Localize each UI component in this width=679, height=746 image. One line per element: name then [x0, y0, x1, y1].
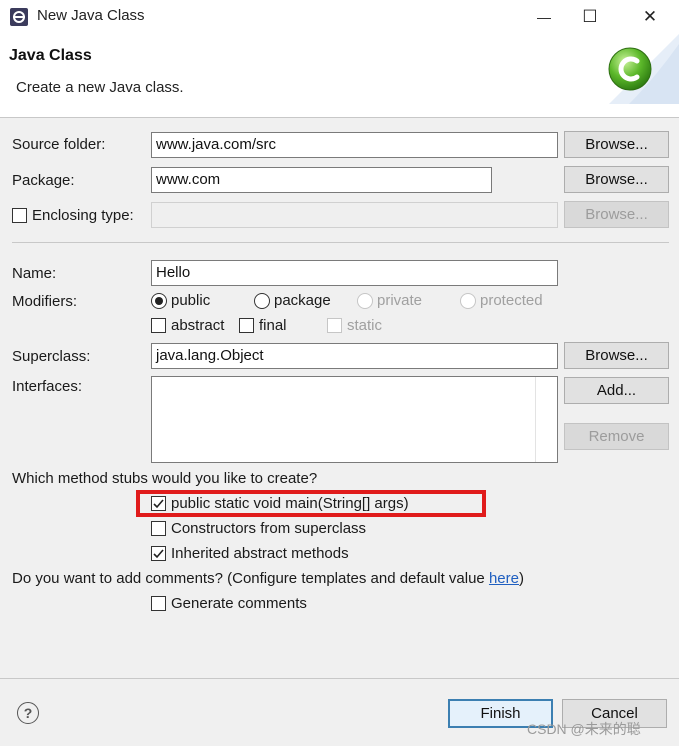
- minimize-button[interactable]: —: [521, 0, 567, 34]
- superclass-input[interactable]: java.lang.Object: [151, 343, 558, 369]
- eclipse-app-icon: [10, 8, 28, 26]
- generate-comments-label: Generate comments: [171, 595, 307, 612]
- stub-constructors-label: Constructors from superclass: [171, 520, 367, 537]
- modifier-protected-label: protected: [480, 292, 543, 309]
- stub-main-label: public static void main(String[] args): [171, 495, 409, 512]
- modifier-final-checkbox[interactable]: [239, 318, 254, 333]
- java-class-icon: [608, 47, 652, 91]
- checkmark-icon: [153, 549, 164, 559]
- name-input[interactable]: Hello: [151, 260, 558, 286]
- help-icon[interactable]: ?: [17, 702, 39, 724]
- comments-question: Do you want to add comments? (Configure …: [12, 570, 524, 587]
- modifier-private-radio: [357, 293, 373, 309]
- maximize-button[interactable]: ☐: [567, 0, 613, 34]
- superclass-label: Superclass:: [12, 348, 91, 365]
- modifier-public-label: public: [171, 292, 211, 309]
- templates-here-link[interactable]: here: [489, 570, 519, 587]
- modifier-final-label: final: [259, 317, 287, 334]
- modifier-public-radio[interactable]: [151, 293, 167, 309]
- modifier-abstract-checkbox[interactable]: [151, 318, 166, 333]
- minimize-icon: —: [537, 9, 551, 25]
- wizard-header: Java Class Create a new Java class.: [0, 34, 679, 118]
- modifier-static-checkbox: [327, 318, 342, 333]
- interfaces-remove-button: Remove: [564, 423, 669, 450]
- enclosing-type-label: Enclosing type:: [32, 207, 134, 224]
- stub-inherited-label: Inherited abstract methods: [171, 545, 349, 562]
- interfaces-scrollbar[interactable]: [535, 377, 557, 462]
- watermark: CSDN @未来的聪: [527, 721, 641, 737]
- close-button[interactable]: ✕: [627, 0, 673, 34]
- source-folder-label: Source folder:: [12, 136, 106, 153]
- interfaces-label: Interfaces:: [12, 378, 83, 395]
- window-title: New Java Class: [37, 7, 145, 24]
- enclosing-type-checkbox[interactable]: [12, 208, 27, 223]
- modifier-protected-radio: [460, 293, 476, 309]
- separator: [12, 242, 669, 243]
- interfaces-list[interactable]: [151, 376, 558, 463]
- modifier-package-radio[interactable]: [254, 293, 270, 309]
- modifier-abstract-label: abstract: [171, 317, 225, 334]
- footer-separator: [0, 678, 679, 679]
- maximize-icon: ☐: [582, 7, 598, 26]
- help-glyph: ?: [23, 705, 33, 721]
- comments-question-text: Do you want to add comments? (Configure …: [12, 570, 489, 587]
- enclosing-type-browse-button: Browse...: [564, 201, 669, 228]
- modifier-private-label: private: [377, 292, 423, 309]
- modifier-static-label: static: [347, 317, 383, 334]
- interfaces-add-button[interactable]: Add...: [564, 377, 669, 404]
- source-folder-browse-button[interactable]: Browse...: [564, 131, 669, 158]
- wizard-description: Create a new Java class.: [16, 79, 184, 96]
- package-label: Package:: [12, 172, 75, 189]
- radio-selected-dot: [155, 297, 163, 305]
- modifiers-label: Modifiers:: [12, 293, 78, 310]
- source-folder-input[interactable]: www.java.com/src: [151, 132, 558, 158]
- comments-question-suffix: ): [518, 570, 524, 587]
- stub-inherited-checkbox[interactable]: [151, 546, 166, 561]
- package-browse-button[interactable]: Browse...: [564, 166, 669, 193]
- title-bar: New Java Class — ☐ ✕: [0, 0, 679, 34]
- modifier-package-label: package: [274, 292, 331, 309]
- wizard-title: Java Class: [9, 47, 92, 64]
- enclosing-type-input: [151, 202, 558, 228]
- stub-main-checkbox[interactable]: [151, 496, 166, 511]
- name-label: Name:: [12, 265, 57, 282]
- checkmark-icon: [153, 499, 164, 509]
- stub-constructors-checkbox[interactable]: [151, 521, 166, 536]
- generate-comments-checkbox[interactable]: [151, 596, 166, 611]
- method-stubs-question: Which method stubs would you like to cre…: [12, 470, 318, 487]
- close-icon: ✕: [642, 7, 658, 26]
- superclass-browse-button[interactable]: Browse...: [564, 342, 669, 369]
- package-input[interactable]: www.com: [151, 167, 492, 193]
